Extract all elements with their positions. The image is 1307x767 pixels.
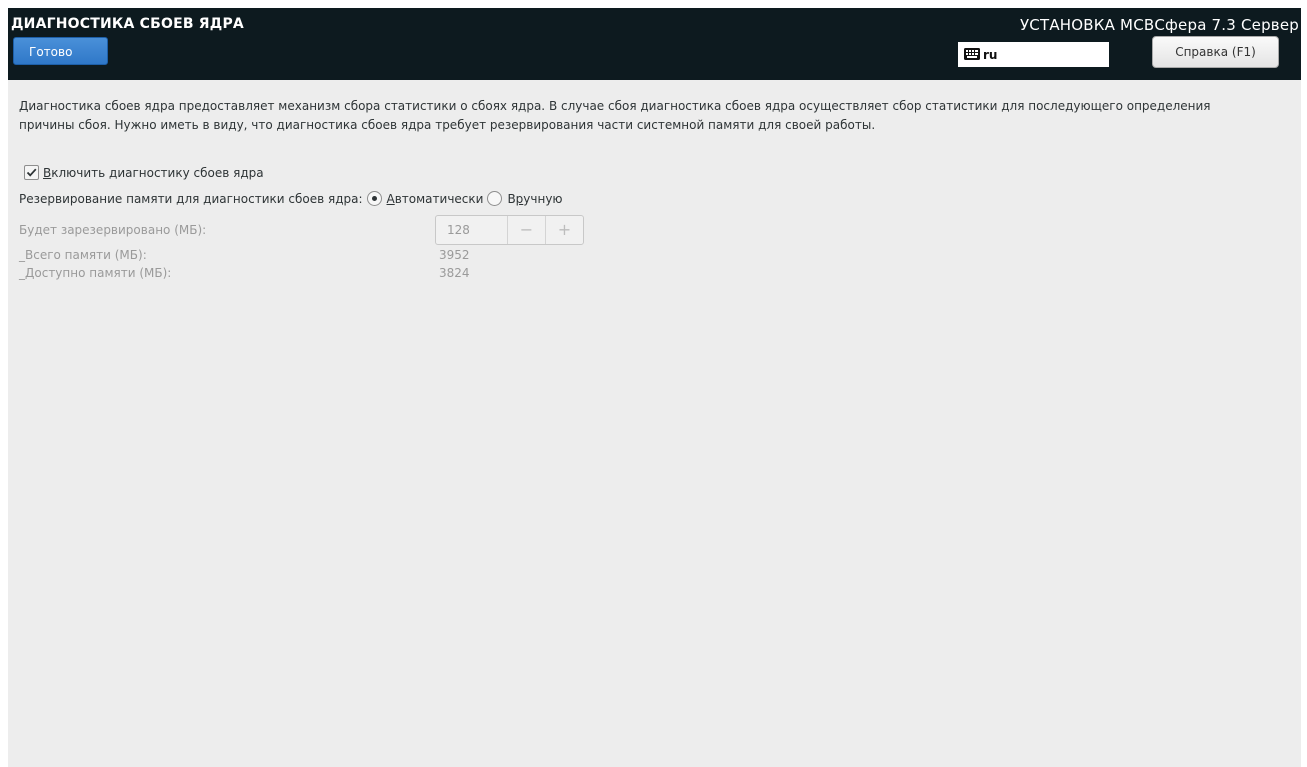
keyboard-layout-indicator[interactable]: ru	[958, 42, 1109, 67]
total-memory-label: _Всего памяти (МБ):	[19, 248, 147, 262]
keyboard-icon	[964, 45, 980, 64]
page-title: ДИАГНОСТИКА СБОЕВ ЯДРА	[11, 16, 244, 32]
enable-kdump-label: Включить диагностику сбоев ядра	[43, 165, 264, 180]
reserved-memory-label: Будет зарезервировано (МБ):	[19, 223, 207, 237]
increment-button: +	[545, 216, 583, 244]
total-memory-value: 3952	[439, 248, 470, 262]
header-bar: ДИАГНОСТИКА СБОЕВ ЯДРА Готово УСТАНОВКА …	[8, 8, 1301, 80]
product-title: УСТАНОВКА МСВСфера 7.3 Сервер	[1019, 16, 1299, 34]
radio-checked-icon[interactable]	[366, 191, 382, 206]
installer-window: ДИАГНОСТИКА СБОЕВ ЯДРА Готово УСТАНОВКА …	[8, 8, 1301, 767]
reserved-memory-value: 128	[436, 216, 508, 244]
done-button[interactable]: Готово	[13, 37, 108, 65]
description-text: Диагностика сбоев ядра предоставляет мех…	[19, 99, 1211, 132]
radio-automatic[interactable]: Автоматически	[363, 191, 484, 206]
available-memory-value: 3824	[439, 266, 470, 280]
radio-manual[interactable]: Вручную	[483, 191, 563, 206]
enable-kdump-checkbox[interactable]: Включить диагностику сбоев ядра	[24, 165, 264, 180]
checkbox-checked-icon[interactable]	[24, 165, 39, 180]
radio-automatic-label: Автоматически	[386, 191, 484, 206]
memory-reservation-row: Резервирование памяти для диагностики сб…	[19, 191, 563, 206]
radio-manual-label: Вручную	[507, 191, 563, 206]
memory-reservation-label: Резервирование памяти для диагностики сб…	[19, 191, 363, 206]
keyboard-layout-label: ru	[983, 47, 998, 62]
decrement-button: −	[519, 220, 534, 239]
radio-unchecked-icon[interactable]	[487, 191, 503, 206]
help-button[interactable]: Справка (F1)	[1152, 36, 1279, 68]
reserved-memory-spinbutton: 128 − +	[435, 215, 584, 245]
available-memory-label: _Доступно памяти (МБ):	[19, 266, 172, 280]
